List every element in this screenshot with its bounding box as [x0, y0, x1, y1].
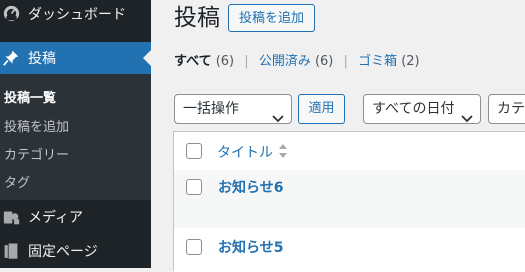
menu-item-pages[interactable]: 固定ページ [0, 237, 151, 265]
view-separator: | [343, 54, 348, 69]
chevron-down-icon [272, 105, 284, 123]
menu-item-dashboard[interactable]: ダッシュボード [0, 0, 151, 27]
menu-label-dashboard: ダッシュボード [28, 6, 126, 23]
table-row: お知らせ5 [174, 228, 525, 272]
admin-sidebar: ダッシュボード 投稿 投稿一覧 投稿を追加 カテゴリー タグ メディア 固定ペー… [0, 0, 151, 268]
view-trash-count: (2) [401, 54, 420, 69]
bulk-actions-value: 一括操作 [183, 101, 239, 117]
row-checkbox[interactable] [186, 239, 202, 255]
category-filter-select[interactable]: カテ [488, 94, 525, 124]
dashboard-gauge-icon [2, 5, 20, 23]
post-status-filter: すべて (6) | 公開済み (6) | ゴミ箱 (2) [174, 50, 420, 69]
posts-table: タイトル お知らせ6 お知らせ5 [173, 131, 525, 272]
sort-icon[interactable] [278, 143, 288, 163]
add-new-post-button[interactable]: 投稿を追加 [228, 4, 316, 32]
submenu-item-all-posts[interactable]: 投稿一覧 [4, 87, 56, 106]
pin-icon [2, 49, 20, 67]
post-title-link[interactable]: お知らせ5 [218, 237, 283, 257]
column-header-title[interactable]: タイトル [217, 142, 273, 162]
submenu-item-tags[interactable]: タグ [4, 172, 30, 191]
table-row: お知らせ6 [174, 170, 525, 228]
pages-icon [2, 242, 20, 260]
category-filter-value: カテ [497, 101, 525, 117]
menu-label-posts: 投稿 [28, 51, 56, 67]
view-all-count: (6) [215, 54, 235, 69]
date-filter-select[interactable]: すべての日付 [363, 94, 481, 124]
view-all-link[interactable]: すべて [174, 54, 212, 69]
chevron-down-icon [461, 105, 473, 123]
view-published-count: (6) [314, 54, 334, 69]
post-title-link[interactable]: お知らせ6 [218, 177, 283, 197]
view-trash-link[interactable]: ゴミ箱 [358, 54, 397, 69]
menu-item-posts[interactable]: 投稿 [0, 42, 151, 74]
bulk-actions-select[interactable]: 一括操作 [174, 94, 292, 124]
submenu-item-categories[interactable]: カテゴリー [4, 144, 69, 163]
submenu-item-add-post[interactable]: 投稿を追加 [4, 116, 69, 135]
table-header-row: タイトル [174, 132, 525, 171]
menu-label-media: メディア [28, 210, 84, 226]
apply-button[interactable]: 適用 [298, 94, 345, 124]
date-filter-value: すべての日付 [372, 101, 455, 117]
media-icon [2, 208, 20, 226]
row-checkbox[interactable] [186, 179, 202, 195]
select-all-checkbox[interactable] [186, 143, 202, 159]
page-title: 投稿 [174, 5, 220, 31]
menu-item-media[interactable]: メディア [0, 203, 151, 231]
view-separator: | [244, 54, 249, 69]
menu-label-pages: 固定ページ [28, 244, 98, 260]
posts-submenu: 投稿一覧 投稿を追加 カテゴリー タグ [0, 74, 151, 200]
view-published-link[interactable]: 公開済み [259, 54, 311, 69]
